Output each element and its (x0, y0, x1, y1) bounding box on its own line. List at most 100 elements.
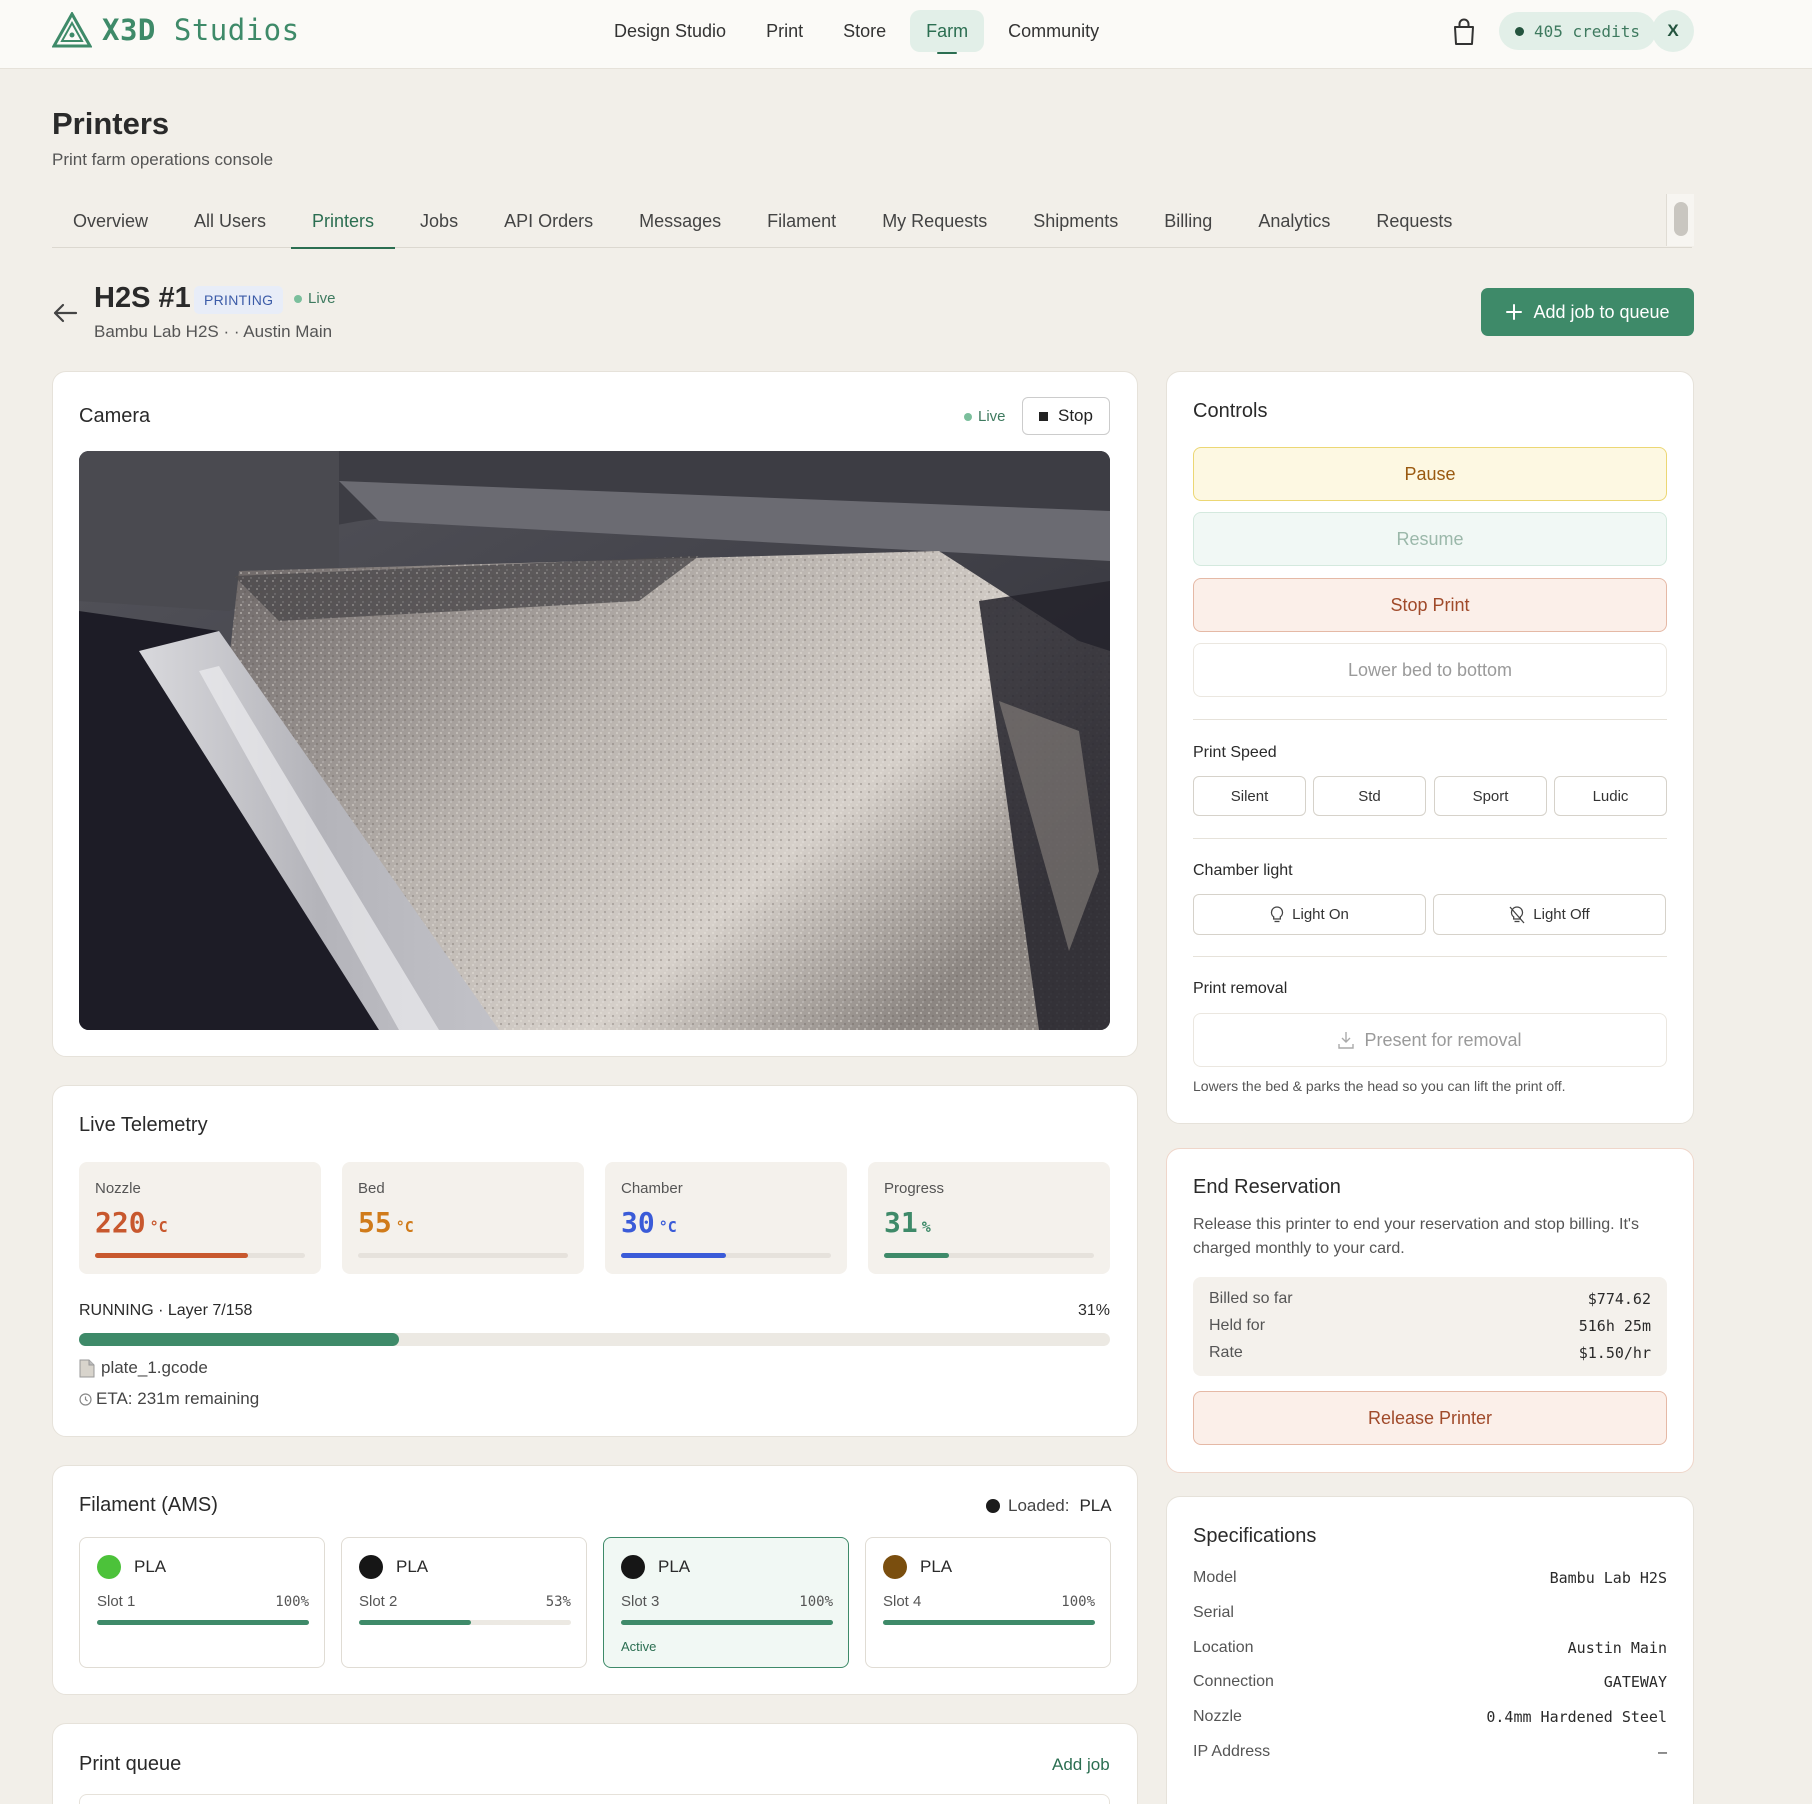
lower-bed-button[interactable]: Lower bed to bottom (1193, 643, 1667, 697)
tab-messages[interactable]: Messages (618, 194, 742, 248)
spec-model-label: Model (1193, 1569, 1237, 1586)
credits-badge[interactable]: 405 credits (1499, 12, 1656, 50)
ams-slot-4[interactable]: PLA Slot 4 100% (865, 1537, 1111, 1668)
ams-slot-1[interactable]: PLA Slot 1 100% (79, 1537, 325, 1668)
camera-frame-image (79, 451, 1110, 1030)
top-navigation-bar: X3D Studios Design Studio Print Store Fa… (0, 0, 1812, 69)
rate-value: $1.50/hr (1578, 1344, 1651, 1362)
metric-chamber-bar (621, 1253, 831, 1258)
speed-sport-button[interactable]: Sport (1434, 776, 1547, 816)
light-on-label: Light On (1292, 906, 1349, 923)
page-subtitle: Print farm operations console (52, 150, 274, 169)
present-for-removal-button[interactable]: Present for removal (1193, 1013, 1667, 1067)
end-reservation-description: Release this printer to end your reserva… (1193, 1216, 1639, 1257)
brand-logo[interactable]: X3D Studios (52, 12, 300, 48)
slot-4-material: PLA (920, 1557, 953, 1576)
print-queue-card (52, 1723, 1138, 1804)
slot-3-level-bar (621, 1620, 833, 1625)
tab-overview[interactable]: Overview (52, 194, 169, 248)
camera-live-indicator: Live (964, 408, 1006, 425)
clock-icon (79, 1392, 92, 1406)
tab-shipments[interactable]: Shipments (1012, 194, 1139, 248)
speed-std-button[interactable]: Std (1313, 776, 1426, 816)
tabs-scrollbar[interactable] (1666, 194, 1694, 246)
metric-nozzle: Nozzle 220 °C (79, 1162, 321, 1274)
download-icon (1338, 1032, 1355, 1049)
spec-serial-row: Serial (1193, 1604, 1667, 1622)
billing-summary: Billed so far $774.62 Held for 516h 25m Ra… (1193, 1277, 1667, 1376)
stop-print-button[interactable]: Stop Print (1193, 578, 1667, 632)
metric-nozzle-label: Nozzle (95, 1180, 141, 1197)
user-avatar[interactable]: X (1652, 10, 1694, 52)
nav-community[interactable]: Community (992, 10, 1115, 52)
loaded-filament: Loaded: PLA (986, 1496, 1112, 1516)
back-arrow-icon[interactable] (52, 300, 78, 326)
nav-farm[interactable]: Farm (910, 10, 985, 54)
add-job-link[interactable]: Add job (1052, 1755, 1110, 1775)
run-status: RUNNING · Layer 7/158 (79, 1302, 253, 1319)
add-job-to-queue-button[interactable]: Add job to queue (1481, 288, 1694, 336)
tab-requests[interactable]: Requests (1355, 194, 1473, 248)
print-removal-label: Print removal (1193, 980, 1288, 997)
nav-store[interactable]: Store (827, 10, 902, 52)
tab-api-orders[interactable]: API Orders (483, 194, 614, 248)
metric-chamber-value: 30 °C (621, 1206, 677, 1239)
run-progress-fill (79, 1333, 399, 1346)
resume-button[interactable]: Resume (1193, 512, 1667, 566)
nav-print[interactable]: Print (750, 10, 819, 52)
tab-filament[interactable]: Filament (746, 194, 857, 248)
tab-billing[interactable]: Billing (1143, 194, 1233, 248)
slot-2-level-bar (359, 1620, 571, 1625)
slot-3-level-fill (621, 1620, 833, 1625)
slot-1-color-swatch (97, 1555, 121, 1579)
light-off-label: Light Off (1533, 906, 1590, 923)
camera-feed[interactable] (79, 451, 1110, 1030)
spec-nozzle-value: 0.4mm Hardened Steel (1486, 1708, 1667, 1726)
billed-so-far-row: Billed so far $774.62 (1209, 1290, 1651, 1308)
slot-2-label: Slot 2 (359, 1593, 398, 1610)
telemetry-title: Live Telemetry (79, 1114, 208, 1136)
page-title: Printers (52, 106, 170, 141)
slot-1-label: Slot 1 (97, 1593, 136, 1610)
metric-chamber-label: Chamber (621, 1180, 683, 1197)
controls-divider (1193, 838, 1667, 839)
spec-location-row: Location Austin Main (1193, 1639, 1667, 1657)
removal-note: Lowers the bed & parks the head so you c… (1193, 1078, 1566, 1094)
light-on-button[interactable]: Light On (1193, 894, 1426, 935)
tab-jobs[interactable]: Jobs (399, 194, 479, 248)
spec-connection-row: Connection GATEWAY (1193, 1673, 1667, 1691)
brand-name-bold: X3D (102, 13, 156, 47)
lightbulb-off-icon (1509, 905, 1525, 923)
tab-all-users[interactable]: All Users (173, 194, 287, 248)
metric-nozzle-bar (95, 1253, 305, 1258)
slot-4-level-fill (883, 1620, 1095, 1625)
tab-my-requests[interactable]: My Requests (861, 194, 1008, 248)
live-dot-icon (294, 294, 302, 303)
release-printer-button[interactable]: Release Printer (1193, 1391, 1667, 1445)
slot-2-percent: 53% (545, 1594, 571, 1610)
nav-design-studio[interactable]: Design Studio (598, 10, 742, 52)
loaded-color-swatch (986, 1499, 1000, 1513)
ams-slot-3[interactable]: PLA Slot 3 100% Active (603, 1537, 849, 1668)
metric-progress-unit: % (921, 1218, 931, 1236)
metric-progress: Progress 31% (868, 1162, 1110, 1274)
spec-ip-label: IP Address (1193, 1743, 1271, 1760)
chamber-light-label: Chamber light (1193, 862, 1293, 879)
speed-silent-button[interactable]: Silent (1193, 776, 1306, 816)
pause-button[interactable]: Pause (1193, 447, 1667, 501)
printer-name: H2S #1 (94, 282, 191, 314)
billed-so-far-value: $774.62 (1587, 1290, 1651, 1308)
ams-slot-2[interactable]: PLA Slot 2 53% (341, 1537, 587, 1668)
held-for-label: Held for (1209, 1317, 1266, 1334)
tab-analytics[interactable]: Analytics (1237, 194, 1351, 248)
slot-3-label: Slot 3 (621, 1593, 660, 1610)
spec-ip-row: IP Address — (1193, 1743, 1667, 1761)
camera-stop-button[interactable]: Stop (1022, 397, 1110, 435)
shopping-bag-icon[interactable] (1450, 17, 1478, 47)
tab-printers[interactable]: Printers (291, 194, 396, 249)
speed-ludic-button[interactable]: Ludic (1554, 776, 1667, 816)
light-off-button[interactable]: Light Off (1433, 894, 1666, 935)
print-speed-label: Print Speed (1193, 744, 1277, 761)
slot-3-material: PLA (658, 1557, 691, 1576)
tabs-scrollbar-thumb[interactable] (1674, 202, 1688, 236)
